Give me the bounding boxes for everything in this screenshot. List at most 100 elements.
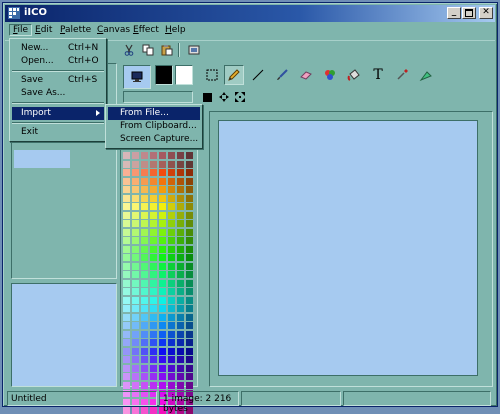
palette-color-cell[interactable]: [132, 364, 139, 372]
palette-color-cell[interactable]: [168, 356, 175, 363]
tool-brush[interactable]: [272, 65, 292, 85]
palette-color-cell[interactable]: [123, 305, 130, 312]
palette-color-cell[interactable]: [150, 220, 157, 227]
palette-color-cell[interactable]: [168, 305, 175, 312]
palette-color-cell[interactable]: [141, 160, 148, 168]
palette-color-cell[interactable]: [141, 169, 148, 176]
palette-color-cell[interactable]: [177, 152, 184, 159]
palette-color-cell[interactable]: [132, 203, 139, 210]
palette-color-cell[interactable]: [186, 364, 193, 372]
palette-color-cell[interactable]: [141, 177, 148, 185]
palette-color-cell[interactable]: [159, 356, 166, 363]
palette-color-cell[interactable]: [123, 177, 130, 185]
palette-color-cell[interactable]: [132, 245, 139, 253]
palette-color-cell[interactable]: [159, 254, 166, 261]
palette-color-cell[interactable]: [123, 330, 130, 338]
palette-color-cell[interactable]: [168, 373, 175, 380]
palette-color-cell[interactable]: [186, 356, 193, 363]
palette-color-cell[interactable]: [150, 228, 157, 236]
palette-color-cell[interactable]: [132, 330, 139, 338]
palette-color-cell[interactable]: [168, 194, 175, 202]
palette-color-cell[interactable]: [186, 211, 193, 219]
palette-color-cell[interactable]: [186, 228, 193, 236]
palette-color-cell[interactable]: [141, 356, 148, 363]
palette-color-cell[interactable]: [150, 271, 157, 278]
maximize-button[interactable]: [462, 7, 476, 19]
palette-color-cell[interactable]: [132, 169, 139, 176]
palette-color-cell[interactable]: [150, 305, 157, 312]
palette-color-cell[interactable]: [159, 305, 166, 312]
palette-color-cell[interactable]: [168, 381, 175, 389]
palette-color-cell[interactable]: [186, 245, 193, 253]
tool-text[interactable]: T: [368, 65, 388, 85]
palette-color-cell[interactable]: [159, 330, 166, 338]
palette-color-cell[interactable]: [150, 262, 157, 270]
palette-color-cell[interactable]: [141, 186, 148, 193]
palette-color-cell[interactable]: [177, 279, 184, 287]
palette-color-cell[interactable]: [141, 194, 148, 202]
palette-color-cell[interactable]: [159, 271, 166, 278]
palette-color-cell[interactable]: [177, 330, 184, 338]
palette-color-cell[interactable]: [132, 220, 139, 227]
palette-color-cell[interactable]: [150, 194, 157, 202]
palette-color-cell[interactable]: [186, 313, 193, 321]
palette-color-cell[interactable]: [177, 339, 184, 346]
palette-color-cell[interactable]: [141, 296, 148, 304]
palette-color-cell[interactable]: [177, 381, 184, 389]
palette-color-cell[interactable]: [123, 262, 130, 270]
palette-color-cell[interactable]: [186, 220, 193, 227]
minimize-button[interactable]: _: [447, 7, 461, 19]
palette-color-cell[interactable]: [150, 177, 157, 185]
palette-color-cell[interactable]: [123, 381, 130, 389]
palette-color-cell[interactable]: [168, 279, 175, 287]
palette-color-cell[interactable]: [123, 152, 130, 159]
palette-color-cell[interactable]: [132, 356, 139, 363]
palette-color-cell[interactable]: [132, 186, 139, 193]
image-list-item[interactable]: [14, 150, 70, 168]
palette-color-cell[interactable]: [168, 177, 175, 185]
palette-color-cell[interactable]: [177, 271, 184, 278]
menu-screen-capture[interactable]: Screen Capture...: [108, 133, 200, 146]
palette-color-cell[interactable]: [159, 245, 166, 253]
palette-color-cell[interactable]: [150, 279, 157, 287]
palette-color-cell[interactable]: [168, 296, 175, 304]
tool-select[interactable]: [202, 65, 222, 85]
palette-color-cell[interactable]: [132, 381, 139, 389]
palette-color-cell[interactable]: [132, 305, 139, 312]
palette-color-cell[interactable]: [123, 322, 130, 329]
palette-color-cell[interactable]: [141, 373, 148, 380]
palette-color-cell[interactable]: [123, 160, 130, 168]
palette-color-cell[interactable]: [159, 220, 166, 227]
palette-color-cell[interactable]: [123, 245, 130, 253]
palette-color-cell[interactable]: [186, 177, 193, 185]
palette-color-cell[interactable]: [177, 228, 184, 236]
palette-color-cell[interactable]: [150, 254, 157, 261]
palette-color-cell[interactable]: [168, 347, 175, 355]
palette-color-cell[interactable]: [141, 271, 148, 278]
palette-color-cell[interactable]: [132, 407, 139, 414]
palette-color-cell[interactable]: [150, 322, 157, 329]
palette-color-cell[interactable]: [159, 228, 166, 236]
palette-color-cell[interactable]: [132, 262, 139, 270]
palette-color-cell[interactable]: [150, 186, 157, 193]
palette-color-cell[interactable]: [186, 339, 193, 346]
palette-color-cell[interactable]: [168, 245, 175, 253]
palette-color-cell[interactable]: [132, 228, 139, 236]
palette-color-cell[interactable]: [150, 169, 157, 176]
palette-color-cell[interactable]: [132, 237, 139, 244]
menu-effect[interactable]: Effect: [130, 25, 162, 35]
title-bar[interactable]: iICO _ ✕: [5, 5, 495, 22]
palette-color-cell[interactable]: [159, 296, 166, 304]
tool-fill[interactable]: [320, 65, 340, 85]
palette-color-cell[interactable]: [132, 288, 139, 295]
palette-color-cell[interactable]: [168, 262, 175, 270]
palette-color-cell[interactable]: [159, 347, 166, 355]
capture-icon[interactable]: [188, 44, 200, 56]
palette-color-cell[interactable]: [123, 279, 130, 287]
palette-color-cell[interactable]: [123, 313, 130, 321]
cut-icon[interactable]: [123, 44, 135, 56]
palette-color-cell[interactable]: [123, 364, 130, 372]
palette-color-cell[interactable]: [141, 152, 148, 159]
palette-color-cell[interactable]: [168, 364, 175, 372]
palette-color-cell[interactable]: [186, 152, 193, 159]
